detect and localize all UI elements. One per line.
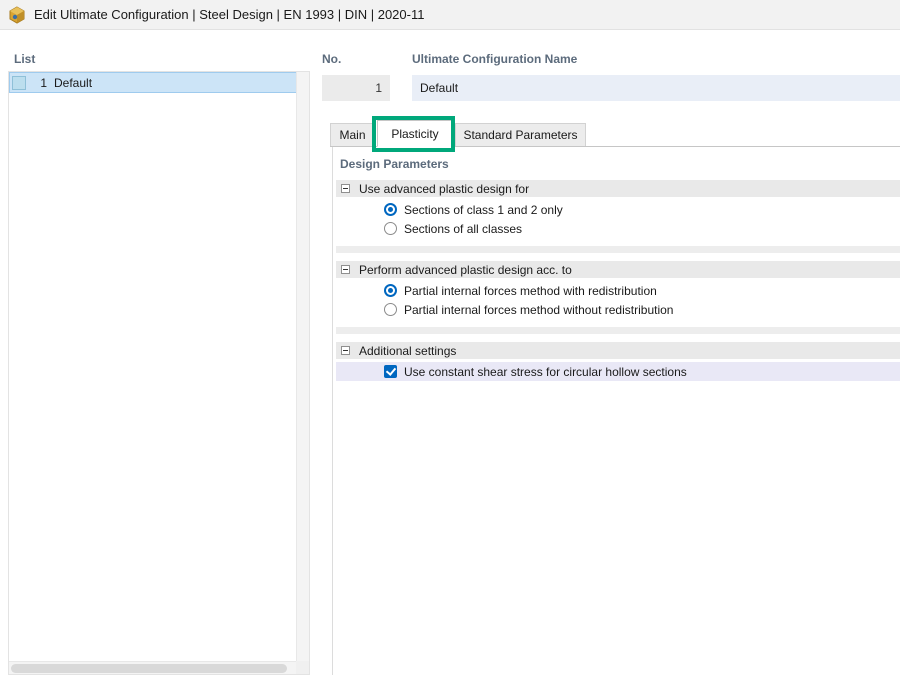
radio-row-sections-all-classes[interactable]: Sections of all classes xyxy=(336,219,900,238)
group-title: Use advanced plastic design for xyxy=(359,181,530,196)
app-icon xyxy=(8,5,26,24)
radio-sections-all-classes[interactable] xyxy=(384,222,397,235)
group-header: Perform advanced plastic design acc. to xyxy=(336,261,900,278)
radio-row-partial-with-redistribution[interactable]: Partial internal forces method with redi… xyxy=(336,281,900,300)
radio-label[interactable]: Sections of all classes xyxy=(404,222,522,236)
radio-row-partial-without-redistribution[interactable]: Partial internal forces method without r… xyxy=(336,300,900,319)
radio-partial-without-redistribution[interactable] xyxy=(384,303,397,316)
tab-standard-parameters[interactable]: Standard Parameters xyxy=(455,123,586,146)
radio-label[interactable]: Partial internal forces method with redi… xyxy=(404,284,657,298)
configuration-name-label: Ultimate Configuration Name xyxy=(412,52,578,66)
no-label: No. xyxy=(322,52,342,66)
list-item-name: Default xyxy=(54,75,93,90)
checkbox-row-constant-shear-stress[interactable]: Use constant shear stress for circular h… xyxy=(336,362,900,381)
configuration-number-field[interactable]: 1 xyxy=(322,75,390,101)
group-title: Perform advanced plastic design acc. to xyxy=(359,262,572,277)
group-additional-settings: Additional settings Use constant shear s… xyxy=(336,342,900,381)
group-advanced-plastic-design: Use advanced plastic design for Sections… xyxy=(336,180,900,238)
checkbox-constant-shear-stress[interactable] xyxy=(384,365,397,378)
design-parameters-tree: Use advanced plastic design for Sections… xyxy=(336,180,900,381)
radio-label[interactable]: Sections of class 1 and 2 only xyxy=(404,203,563,217)
tab-strip: Main Plasticity Standard Parameters xyxy=(330,120,900,147)
group-title: Additional settings xyxy=(359,343,457,358)
radio-sections-class-1-2[interactable] xyxy=(384,203,397,216)
dialog-window: Edit Ultimate Configuration | Steel Desi… xyxy=(0,0,900,675)
scrollbar-corner xyxy=(296,661,309,674)
title-bar: Edit Ultimate Configuration | Steel Desi… xyxy=(0,0,900,30)
list-item-default[interactable]: 1 Default xyxy=(9,72,309,93)
tab-main[interactable]: Main xyxy=(330,123,375,146)
checkbox-label[interactable]: Use constant shear stress for circular h… xyxy=(404,365,687,379)
group-perform-advanced-plastic-design: Perform advanced plastic design acc. to … xyxy=(336,261,900,319)
group-separator xyxy=(336,246,900,253)
radio-partial-with-redistribution[interactable] xyxy=(384,284,397,297)
tab-plasticity[interactable]: Plasticity xyxy=(377,120,453,147)
collapse-icon[interactable] xyxy=(341,184,350,193)
radio-row-sections-class-1-2[interactable]: Sections of class 1 and 2 only xyxy=(336,200,900,219)
design-parameters-title: Design Parameters xyxy=(340,157,449,171)
group-separator xyxy=(336,327,900,334)
group-header: Additional settings xyxy=(336,342,900,359)
collapse-icon[interactable] xyxy=(341,346,350,355)
list-item-number: 1 xyxy=(40,75,47,90)
horizontal-scrollbar[interactable] xyxy=(9,661,296,674)
radio-label[interactable]: Partial internal forces method without r… xyxy=(404,303,673,317)
collapse-icon[interactable] xyxy=(341,265,350,274)
group-header: Use advanced plastic design for xyxy=(336,180,900,197)
vertical-scrollbar[interactable] xyxy=(296,72,309,661)
configuration-list: 1 Default xyxy=(8,71,310,675)
window-title: Edit Ultimate Configuration | Steel Desi… xyxy=(34,7,425,22)
list-panel-label: List xyxy=(14,52,36,66)
horizontal-scrollbar-thumb[interactable] xyxy=(11,664,287,673)
configuration-name-field[interactable]: Default xyxy=(412,75,900,101)
configuration-icon xyxy=(12,75,26,90)
tab-page-border xyxy=(332,147,333,675)
